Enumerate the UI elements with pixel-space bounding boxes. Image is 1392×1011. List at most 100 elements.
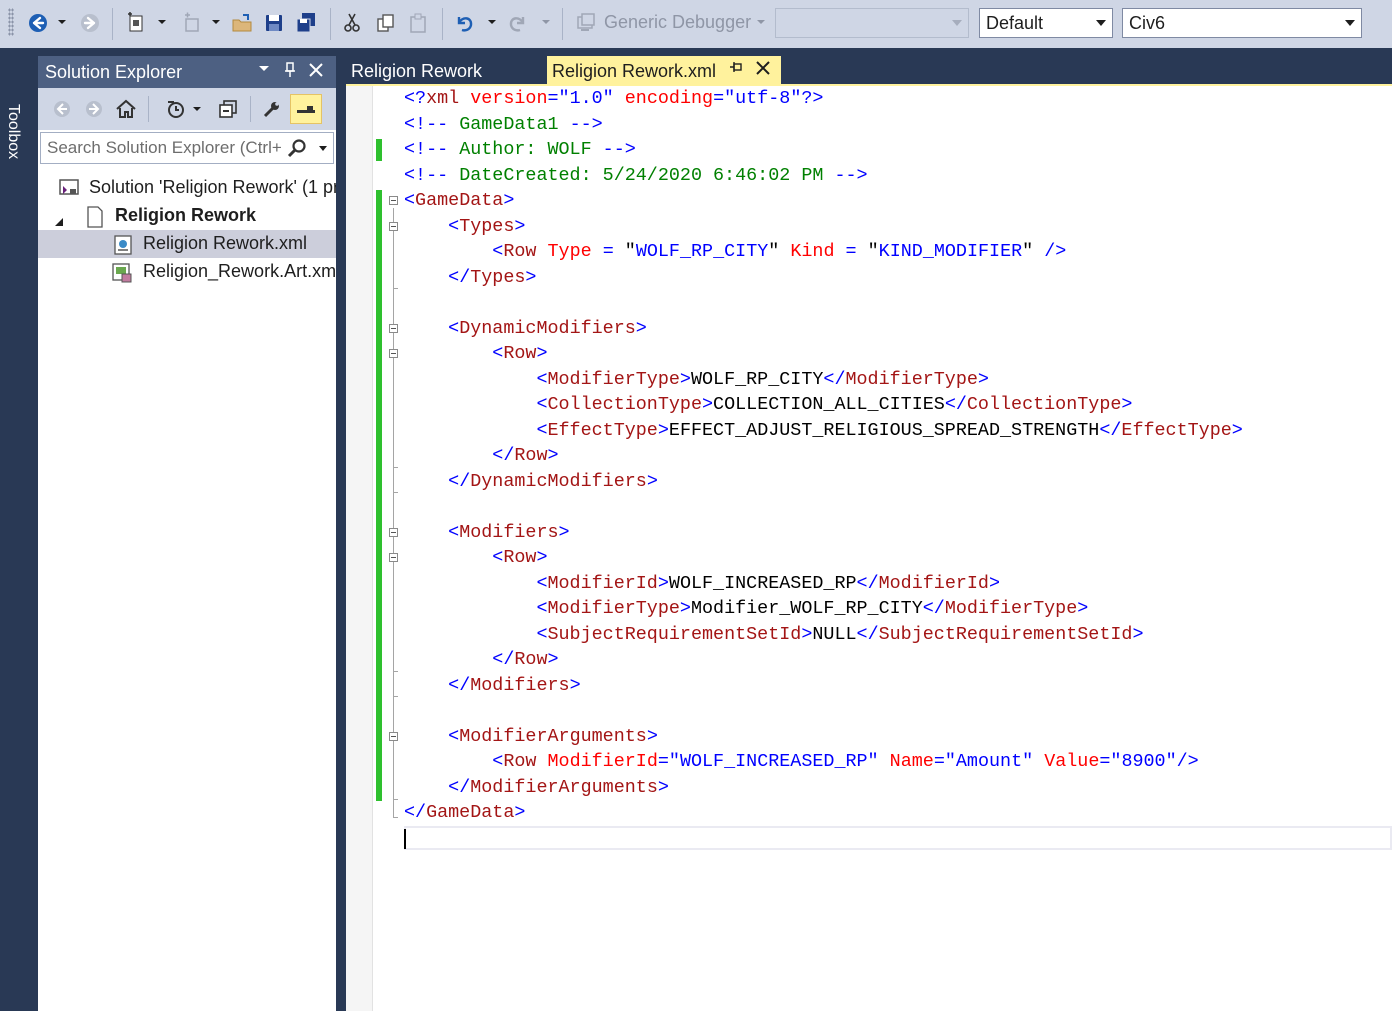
code-line[interactable]: <!-- GameData1 --> [404,112,603,138]
collapse-icon[interactable] [389,528,398,537]
tree-item-solution[interactable]: Solution 'Religion Rework' (1 project) [38,174,336,202]
collapse-icon[interactable] [389,324,398,333]
undo-icon[interactable] [452,10,476,36]
forward-icon[interactable] [78,10,102,36]
indicator-margin[interactable] [346,86,373,1011]
code-line[interactable]: </DynamicModifiers> [404,469,658,495]
code-line[interactable]: </Row> [404,647,558,673]
code-line[interactable]: <ModifierType>WOLF_RP_CITY</ModifierType… [404,367,989,393]
code-token: </ [492,445,515,466]
code-editor[interactable]: <?xml version="1.0" encoding="utf-8"?> <!… [346,86,1392,1011]
properties-wrench-icon[interactable] [258,94,286,124]
code-line[interactable]: <CollectionType>COLLECTION_ALL_CITIES</C… [404,392,1132,418]
chevron-down-icon[interactable] [212,18,220,26]
tree-item-project[interactable]: Religion Rework [38,202,336,230]
code-token: </ [856,572,879,594]
code-token: Row [503,751,537,772]
forward-icon[interactable] [80,94,108,124]
chevron-down-icon[interactable] [319,146,327,151]
save-icon[interactable] [262,10,286,36]
current-line-highlight [404,826,1392,850]
collapse-icon[interactable] [389,196,398,205]
code-line[interactable]: <EffectType>EFFECT_ADJUST_RELIGIOUS_SPRE… [404,418,1242,444]
paste-icon[interactable] [406,10,430,36]
collapse-icon[interactable] [389,732,398,741]
chevron-down-icon[interactable] [488,18,496,26]
platform-combo[interactable]: Civ6 [1122,8,1362,38]
code-line[interactable]: </GameData> [404,800,525,826]
collapse-icon[interactable] [389,222,398,231]
code-token: Row [503,547,537,568]
code-line[interactable]: <!-- Author: WOLF --> [404,137,636,163]
tab-religion-rework[interactable]: Religion Rework [346,56,546,86]
code-token: ModifierId [878,572,989,594]
tab-religion-rework-xml[interactable]: Religion Rework.xml [547,56,781,86]
chevron-down-icon[interactable] [542,18,550,26]
search-icon[interactable] [287,138,307,163]
code-line[interactable]: <GameData> [404,188,514,214]
code-token: CollectionType [966,394,1122,415]
code-line[interactable]: <SubjectRequirementSetId>NULL</SubjectRe… [404,622,1143,648]
code-line[interactable]: </Modifiers> [404,673,580,699]
code-line[interactable]: <ModifierArguments> [404,724,658,750]
open-file-icon[interactable] [230,10,254,36]
collapse-icon[interactable] [389,349,398,358]
code-line[interactable]: <!-- DateCreated: 5/24/2020 6:46:02 PM -… [404,163,868,189]
back-icon[interactable] [48,94,76,124]
new-project-icon[interactable] [124,10,148,36]
close-icon[interactable] [308,62,324,83]
pin-icon[interactable] [729,61,743,79]
code-line[interactable]: <Types> [404,214,525,240]
code-line[interactable]: <Row> [404,545,547,571]
code-line[interactable]: <DynamicModifiers> [404,316,647,342]
toolbar-grip[interactable] [8,8,14,36]
preview-selected-items-icon[interactable] [290,94,322,124]
tree-item-file-selected[interactable]: Religion Rework.xml [38,230,336,258]
cut-icon[interactable] [340,10,364,36]
code-line[interactable]: </Types> [404,265,536,291]
save-all-icon[interactable] [294,10,318,36]
code-line[interactable]: <Row Type = "WOLF_RP_CITY" Kind = "KIND_… [404,239,1066,265]
window-position-dropdown-icon[interactable] [258,62,270,80]
code-token: WOLF_INCREASED_RP [668,572,857,594]
code-line[interactable]: <?xml version="1.0" encoding="utf-8"?> [404,86,823,112]
add-item-icon[interactable] [180,10,204,36]
code-token: SubjectRequirementSetId [547,623,802,645]
code-line[interactable]: <Row> [404,341,547,367]
code-token: Kind [790,241,835,262]
pin-icon[interactable] [284,62,296,83]
debugger-label[interactable]: Generic Debugger [604,12,751,33]
pending-changes-filter-icon[interactable] [162,94,190,124]
code-token: ="8900"/> [1099,751,1199,772]
debugger-icon[interactable] [574,10,598,36]
code-line[interactable]: </ModifierArguments> [404,775,669,801]
chevron-down-icon[interactable] [757,18,765,26]
copy-icon[interactable] [374,10,398,36]
collapse-icon[interactable] [389,553,398,562]
tree-item-file[interactable]: Religion_Rework.Art.xml [38,258,336,286]
back-icon[interactable] [26,10,50,36]
code-token: Author: WOLF [448,139,603,160]
code-line[interactable]: <Row ModifierId="WOLF_INCREASED_RP" Name… [404,749,1199,775]
code-token: ="Amount" [933,751,1034,772]
tab-label: Religion Rework.xml [552,61,717,81]
redo-icon[interactable] [506,10,530,36]
code-line[interactable]: <ModifierId>WOLF_INCREASED_RP</ModifierI… [404,571,1000,597]
configuration-value: Default [986,13,1044,33]
code-line[interactable]: <ModifierType>Modifier_WOLF_RP_CITY</Mod… [404,596,1088,622]
close-icon[interactable] [755,59,771,82]
solution-explorer-search[interactable]: Search Solution Explorer (Ctrl+;) [40,132,334,164]
chevron-down-icon[interactable] [190,94,204,124]
chevron-down-icon[interactable] [158,18,166,26]
code-line[interactable]: <Modifiers> [404,520,569,546]
configuration-combo[interactable]: Default [979,8,1113,38]
change-indicator [376,139,382,161]
toolbox-tab[interactable]: Toolbox [0,48,30,1011]
collapse-all-icon[interactable] [214,94,242,124]
expanded-triangle-icon[interactable] [54,211,64,230]
home-icon[interactable] [112,94,140,124]
chevron-down-icon[interactable] [58,18,66,26]
code-line[interactable]: </Row> [404,443,558,469]
